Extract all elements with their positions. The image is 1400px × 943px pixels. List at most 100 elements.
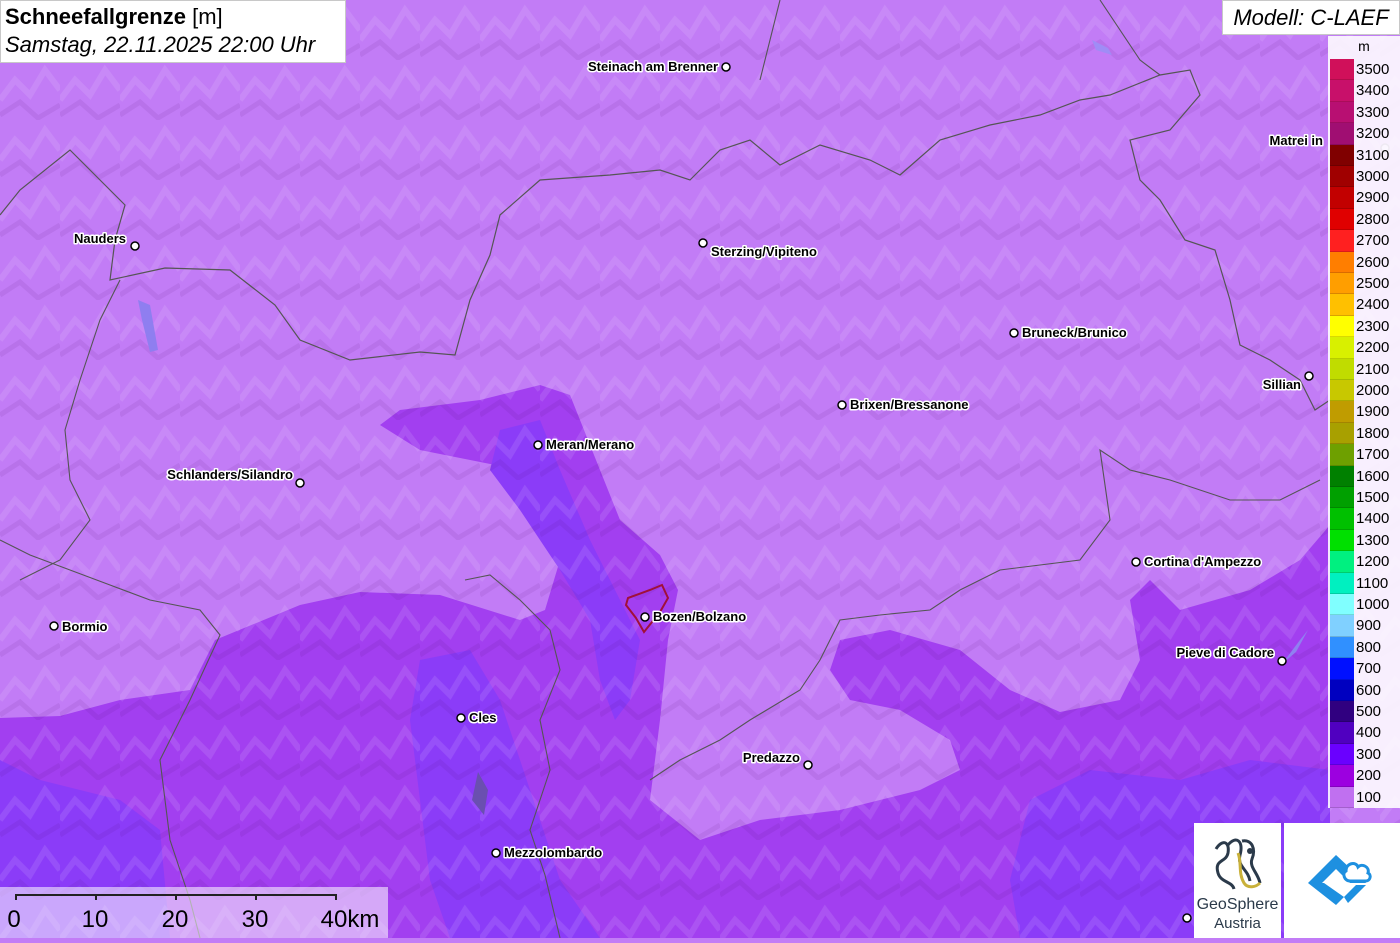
legend-entry-800: 800 <box>1330 636 1400 659</box>
legend-entry-200: 200 <box>1330 765 1400 787</box>
legend-entry-1100: 1100 <box>1330 572 1400 594</box>
legend-label: 3100 <box>1356 146 1390 164</box>
legend-entry-2200: 2200 <box>1330 337 1400 359</box>
legend-swatch <box>1330 722 1354 744</box>
legend-entry-400: 400 <box>1330 722 1400 744</box>
legend-swatch <box>1330 380 1354 402</box>
legend-entry-3000: 3000 <box>1330 166 1400 188</box>
legend-entry-900: 900 <box>1330 615 1400 637</box>
legend-entry-100: 100 <box>1330 786 1400 808</box>
legend-label: 2700 <box>1356 232 1390 250</box>
legend-label: 2300 <box>1356 317 1390 335</box>
legend-swatch <box>1330 315 1354 338</box>
legend-label: 2400 <box>1356 296 1390 314</box>
legend-entry-2600: 2600 <box>1330 251 1400 273</box>
svg-text:Bruneck/Brunico: Bruneck/Brunico <box>1022 325 1127 340</box>
city-bozen[interactable]: Bozen/Bolzano <box>640 608 748 626</box>
geosphere-austria-logo[interactable]: GeoSphere Austria <box>1194 823 1281 938</box>
legend-swatch <box>1330 358 1354 380</box>
map-title: Schneefallgrenze [m] <box>5 4 223 29</box>
city-steinach-am-brenner[interactable]: Steinach am Brenner <box>586 58 731 76</box>
legend-label: 1900 <box>1356 403 1390 421</box>
legend-label: 1100 <box>1356 574 1389 592</box>
city-marker-unlabeled <box>1182 913 1192 923</box>
forecast-datetime: Samstag, 22.11.2025 22:00 Uhr <box>5 32 316 57</box>
legend-swatch <box>1330 166 1354 188</box>
legend-label: 900 <box>1356 617 1382 635</box>
legend-entry-3500: 3500 <box>1330 59 1400 81</box>
svg-text:Sillian: Sillian <box>1263 377 1301 392</box>
legend-label: 500 <box>1356 703 1382 720</box>
city-mezzolombardo[interactable]: Mezzolombardo <box>491 844 604 862</box>
legend-label: 700 <box>1356 660 1382 678</box>
legend-entry-1400: 1400 <box>1330 508 1400 530</box>
legend-entry-600: 600 <box>1330 679 1400 701</box>
legend-label: 1500 <box>1356 489 1390 506</box>
scale-label-30: 30 <box>241 906 269 933</box>
legend-label: 3200 <box>1356 125 1390 143</box>
legend-label: 2900 <box>1356 189 1390 207</box>
city-cortina[interactable]: Cortina d'Ampezzo <box>1131 553 1263 571</box>
geosphere-logo-line2: Austria <box>1214 915 1261 932</box>
svg-text:Mezzolombardo: Mezzolombardo <box>504 845 602 860</box>
legend-swatch <box>1330 230 1354 252</box>
legend-entry-2100: 2100 <box>1330 358 1400 380</box>
legend-label: 3000 <box>1356 168 1390 185</box>
legend-entry-1800: 1800 <box>1330 422 1400 445</box>
legend-entry-1200: 1200 <box>1330 551 1400 573</box>
legend-unit: m <box>1358 38 1370 54</box>
svg-text:Bozen/Bolzano: Bozen/Bolzano <box>653 609 746 624</box>
legend-swatch <box>1330 123 1354 145</box>
city-bruneck[interactable]: Bruneck/Brunico <box>1009 324 1128 342</box>
legend-entry-2800: 2800 <box>1330 208 1400 231</box>
legend-label: 3500 <box>1356 61 1390 78</box>
legend-label: 300 <box>1356 745 1382 763</box>
legend-entry-2300: 2300 <box>1330 315 1400 338</box>
legend-swatch <box>1330 187 1354 209</box>
legend-swatch <box>1330 59 1354 81</box>
snowfall-limit-map[interactable]: Steinach am Brenner Nauders Sterzing/Vip… <box>0 0 1400 938</box>
legend-entry-3400: 3400 <box>1330 80 1400 102</box>
svg-text:Steinach am Brenner: Steinach am Brenner <box>588 59 718 74</box>
legend-label: 1700 <box>1356 446 1390 464</box>
city-brixen[interactable]: Brixen/Bressanone <box>837 396 970 414</box>
svg-text:Meran/Merano: Meran/Merano <box>546 437 634 452</box>
scale-tick <box>335 894 337 900</box>
scale-bar: 0 10 20 30 40km <box>0 887 388 938</box>
legend-swatch <box>1330 144 1354 166</box>
legend-swatch <box>1330 422 1354 445</box>
scale-tick <box>15 894 17 900</box>
legend-entry-3100: 3100 <box>1330 144 1400 166</box>
legend-swatch <box>1330 80 1354 102</box>
svg-text:Brixen/Bressanone: Brixen/Bressanone <box>850 397 969 412</box>
legend-label: 800 <box>1356 638 1382 656</box>
legend-entry-2900: 2900 <box>1330 187 1400 209</box>
legend-label: 100 <box>1356 788 1382 806</box>
legend-label: 1000 <box>1356 596 1390 613</box>
legend-swatch <box>1330 508 1354 530</box>
legend-entry-700: 700 <box>1330 658 1400 680</box>
legend-entry-1700: 1700 <box>1330 444 1400 466</box>
legend-entry-1300: 1300 <box>1330 529 1400 552</box>
color-legend: m 3500 3400 3300 3200 3100 3000 2900 2800 2700 26… <box>1328 36 1400 808</box>
legend-label: 2800 <box>1356 210 1390 228</box>
blue-cloud-logo-icon <box>1308 855 1372 905</box>
city-meran[interactable]: Meran/Merano <box>533 436 636 454</box>
legend-swatch <box>1330 208 1354 231</box>
partner-logo[interactable] <box>1284 823 1400 938</box>
svg-text:Predazzo: Predazzo <box>743 750 800 765</box>
svg-text:Bormio: Bormio <box>62 619 108 634</box>
legend-label: 2200 <box>1356 339 1390 357</box>
svg-text:Cles: Cles <box>469 710 496 725</box>
legend-label: 1400 <box>1356 510 1390 528</box>
legend-entry-1500: 1500 <box>1330 487 1400 509</box>
legend-entry-1900: 1900 <box>1330 401 1400 423</box>
legend-swatch <box>1330 251 1354 273</box>
scale-label-0: 0 <box>7 906 21 933</box>
geosphere-logo-icon <box>1214 838 1262 890</box>
model-label: Modell: C-LAEF <box>1222 0 1400 35</box>
legend-swatch <box>1330 551 1354 573</box>
legend-label: 2100 <box>1356 360 1390 378</box>
legend-entry-2400: 2400 <box>1330 294 1400 316</box>
legend-swatch <box>1330 615 1354 637</box>
